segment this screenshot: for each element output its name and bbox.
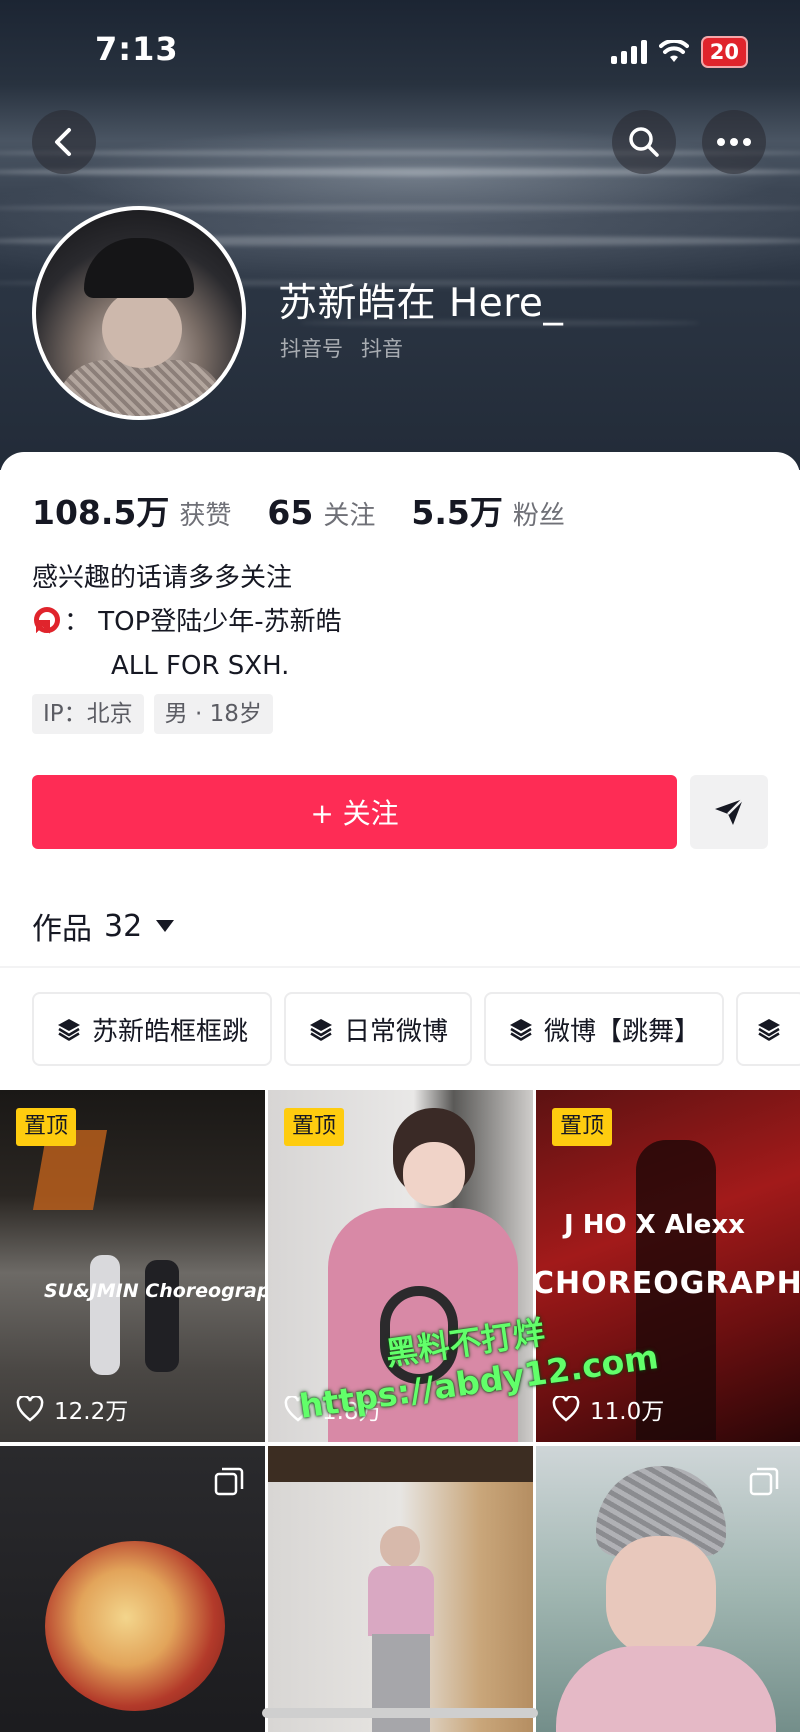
profile-avatar[interactable] xyxy=(32,206,246,420)
collection-label: 苏新皓框框跳 xyxy=(92,1016,249,1047)
search-button[interactable] xyxy=(612,110,676,174)
profile-tags: IP：北京 男 · 18岁 xyxy=(32,694,273,734)
stat-value: 65 xyxy=(267,493,314,532)
stack-layers-icon xyxy=(758,1019,781,1041)
heart-icon xyxy=(552,1396,580,1422)
video-thumbnail[interactable]: SU&JMIN Choreography 置顶 12.2万 xyxy=(0,1090,265,1442)
collections-row: 苏新皓框框跳 日常微博 微博【跳舞】 xyxy=(32,992,800,1066)
stack-layers-icon xyxy=(510,1019,533,1041)
multi-image-icon xyxy=(213,1466,245,1502)
bio-line-text: ： TOP登陆少年-苏新皓 xyxy=(64,607,342,637)
video-thumbnail[interactable] xyxy=(0,1446,265,1732)
douyin-id-value: 抖音 xyxy=(361,337,403,361)
video-likes: 11.0万 xyxy=(552,1392,664,1426)
bio-line: ： TOP登陆少年-苏新皓 xyxy=(32,600,342,644)
send-icon xyxy=(715,798,744,825)
collection-chip[interactable]: 日常微博 xyxy=(284,992,473,1066)
status-time: 7:13 xyxy=(95,30,179,68)
video-thumbnail[interactable] xyxy=(268,1446,533,1732)
caret-down-icon xyxy=(156,920,175,932)
profile-bio: 感兴趣的话请多多关注 ： TOP登陆少年-苏新皓 ALL FOR SXH. xyxy=(32,556,342,688)
video-overlay-text: J HO X Alexx xyxy=(564,1210,745,1240)
status-bar: 7:13 20 xyxy=(0,0,800,100)
send-message-button[interactable] xyxy=(690,775,768,849)
collection-chip[interactable]: 微博【跳舞】 xyxy=(484,992,725,1066)
stat-following[interactable]: 65 关注 xyxy=(267,493,375,532)
collection-label: 日常微博 xyxy=(344,1016,449,1047)
status-icons: 20 xyxy=(610,36,748,68)
likes-count: 12.2万 xyxy=(54,1399,129,1425)
douyin-id[interactable]: 抖音号 抖音 xyxy=(280,333,403,363)
video-overlay-text: SU&JMIN Choreography xyxy=(44,1280,265,1302)
stat-likes[interactable]: 108.5万 获赞 xyxy=(32,486,231,534)
profile-stats: 108.5万 获赞 65 关注 5.5万 粉丝 xyxy=(32,486,601,534)
likes-count: 11.0万 xyxy=(590,1399,665,1425)
back-button[interactable] xyxy=(32,110,96,174)
douyin-id-label: 抖音号 xyxy=(280,337,343,361)
follow-button[interactable]: + 关注 xyxy=(32,775,677,849)
bio-line: 感兴趣的话请多多关注 xyxy=(32,563,293,593)
battery-indicator: 20 xyxy=(700,36,748,68)
pinned-badge: 置顶 xyxy=(284,1108,345,1146)
collection-label: 微博【跳舞】 xyxy=(544,1016,701,1047)
bio-line: ALL FOR SXH. xyxy=(111,651,290,681)
stack-layers-icon xyxy=(310,1019,333,1041)
video-thumbnail[interactable] xyxy=(536,1446,800,1732)
chevron-left-icon xyxy=(55,128,71,156)
more-dots-icon xyxy=(717,138,751,146)
stat-value: 5.5万 xyxy=(411,493,503,532)
stat-label: 关注 xyxy=(323,501,376,531)
ip-location-tag: IP：北京 xyxy=(32,694,144,734)
stat-followers[interactable]: 5.5万 粉丝 xyxy=(411,486,564,534)
works-label: 作品 xyxy=(32,912,92,947)
multi-image-icon xyxy=(748,1466,780,1502)
home-indicator[interactable] xyxy=(262,1708,538,1718)
gender-age-tag: 男 · 18岁 xyxy=(153,694,273,734)
stack-layers-icon xyxy=(58,1019,80,1041)
stat-label: 获赞 xyxy=(179,501,232,531)
pinned-badge: 置顶 xyxy=(16,1108,77,1146)
profile-name: 苏新皓在 Here_ xyxy=(278,281,564,326)
video-overlay-text: CHOREOGRAPHY xyxy=(536,1266,800,1301)
heart-icon xyxy=(16,1396,44,1422)
pinned-badge: 置顶 xyxy=(552,1108,613,1146)
collection-chip[interactable] xyxy=(736,992,800,1066)
video-thumbnail[interactable]: J HO X Alexx CHOREOGRAPHY 置顶 11.0万 xyxy=(536,1090,800,1442)
stat-value: 108.5万 xyxy=(32,493,170,532)
search-icon xyxy=(629,127,659,157)
works-count: 32 xyxy=(104,908,143,944)
cellular-signal-icon xyxy=(610,40,647,64)
stat-label: 粉丝 xyxy=(512,501,565,531)
red-ribbon-icon xyxy=(32,607,60,637)
works-tab[interactable]: 作品 32 xyxy=(32,904,175,948)
divider xyxy=(0,966,800,968)
collection-chip[interactable]: 苏新皓框框跳 xyxy=(32,992,273,1066)
video-likes: 12.2万 xyxy=(16,1392,128,1426)
wifi-icon xyxy=(658,40,689,62)
more-options-button[interactable] xyxy=(702,110,766,174)
